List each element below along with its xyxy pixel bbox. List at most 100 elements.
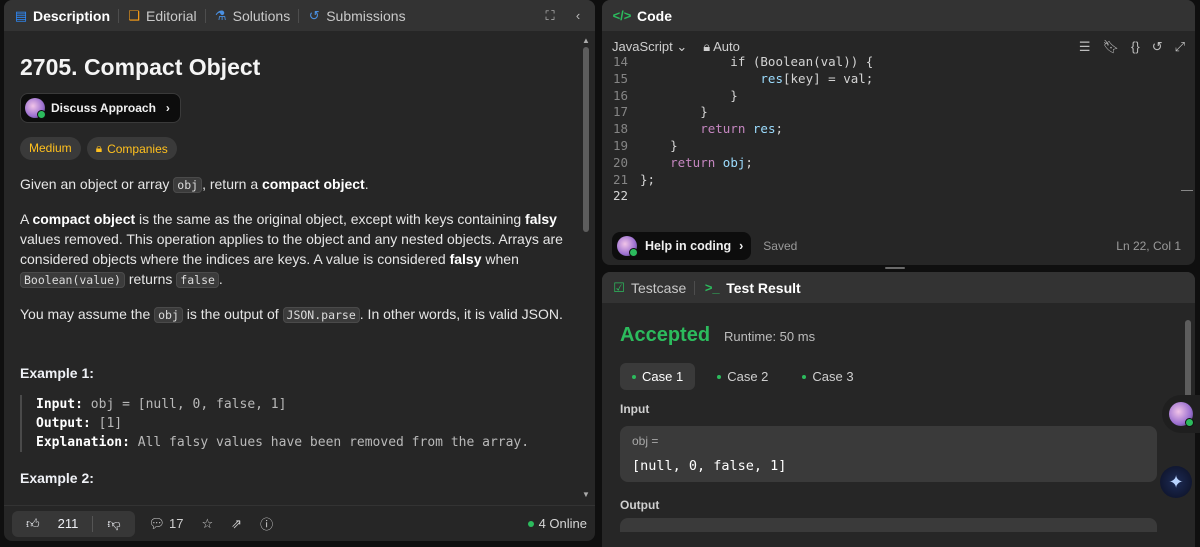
floating-assistant-button[interactable]: [1162, 395, 1200, 433]
tab-test-result[interactable]: >_ Test Result: [703, 279, 801, 296]
bookmark-icon[interactable]: 🔖︎: [1102, 39, 1119, 55]
description-scrollbar[interactable]: [583, 47, 589, 232]
scroll-down-arrow-icon[interactable]: ▼: [581, 490, 591, 499]
like-dislike-group: 👍︎ 211 👎︎: [12, 510, 135, 537]
code-token: ;: [775, 121, 783, 137]
code-token: }: [640, 104, 708, 120]
dislike-button[interactable]: 👎︎: [92, 515, 134, 532]
help-button[interactable]: ⓘ: [256, 514, 277, 533]
comments-button[interactable]: 💬︎ 17: [145, 516, 188, 532]
mode-label: Auto: [713, 39, 740, 54]
example-2-title: Example 2:: [20, 470, 94, 486]
code-line[interactable]: 19 }: [602, 138, 1195, 155]
format-braces-icon[interactable]: {}: [1131, 39, 1140, 55]
companies-label: Companies: [107, 141, 168, 156]
like-count: 211: [57, 516, 79, 531]
code-token: }: [640, 137, 678, 153]
assistant-avatar-icon: [1169, 402, 1194, 427]
code-token: return: [640, 121, 753, 137]
discuss-approach-button[interactable]: Discuss Approach ›: [20, 93, 181, 123]
tab-description[interactable]: ▤ Description: [14, 8, 110, 24]
question-icon: ⓘ: [260, 517, 274, 532]
pass-dot-icon: [717, 374, 722, 379]
input-value: [null, 0, false, 1]: [632, 458, 787, 474]
thumbs-up-icon: 👍︎: [26, 515, 40, 531]
code-line[interactable]: 18 return res;: [602, 121, 1195, 138]
output-label: Output: [620, 498, 660, 512]
case-tab-label: Case 3: [812, 369, 854, 384]
example-1-block: Input: obj = [null, 0, false, 1] Output:…: [20, 395, 573, 452]
description-panel: ▤ Description ❑ Editorial ⚗ Solutions ↺ …: [4, 0, 595, 541]
help-in-coding-button[interactable]: Help in coding ›: [612, 232, 752, 260]
terminal-icon: >_: [704, 279, 720, 295]
description-paragraph-1: Given an object or array obj, return a c…: [20, 176, 369, 193]
example-1-title: Example 1:: [20, 365, 94, 381]
line-number: 16: [612, 87, 628, 103]
expand-icon[interactable]: ⤢: [1175, 39, 1185, 55]
case-tab-label: Case 2: [727, 369, 769, 384]
sparkle-icon[interactable]: ✦: [1160, 466, 1192, 498]
line-number: 17: [612, 104, 628, 120]
code-token: res: [640, 70, 783, 86]
case-tab-1[interactable]: Case 1: [620, 363, 696, 390]
output-value-box: [620, 518, 1157, 532]
line-number: 20: [612, 154, 628, 170]
tab-separator: [694, 280, 696, 295]
mode-select[interactable]: 🔒︎ Auto: [703, 39, 740, 55]
reset-icon[interactable]: ↺: [1152, 39, 1163, 55]
discuss-approach-label: Discuss Approach: [51, 101, 156, 115]
tab-testcase[interactable]: ☑ Testcase: [612, 280, 686, 296]
code-token: if (Boolean(val)) {: [640, 54, 874, 69]
code-line[interactable]: 15 res [key] = val;: [602, 71, 1195, 88]
code-token: [key] = val;: [783, 70, 874, 86]
saved-status: Saved: [763, 239, 798, 253]
like-button[interactable]: 👍︎ 211: [12, 516, 92, 532]
comment-count: 17: [169, 516, 184, 531]
code-title: Code: [637, 7, 672, 24]
line-number: 21: [612, 171, 628, 187]
case-tab-2[interactable]: Case 2: [705, 363, 780, 390]
code-line[interactable]: 21};: [602, 172, 1195, 189]
book-icon: ❑: [128, 7, 140, 23]
online-count: 4 Online: [538, 516, 587, 531]
chevron-right-icon: ›: [739, 239, 744, 253]
tab-submissions[interactable]: ↺ Submissions: [307, 7, 406, 24]
line-number: 18: [612, 121, 628, 137]
line-number: 19: [612, 137, 628, 153]
tab-editorial-label: Editorial: [146, 7, 197, 24]
code-line[interactable]: 16 }: [602, 88, 1195, 105]
tab-separator: [204, 8, 206, 23]
code-line[interactable]: 20 return obj;: [602, 155, 1195, 172]
language-label: JavaScript: [612, 39, 673, 54]
tab-solutions[interactable]: ⚗ Solutions: [214, 8, 290, 24]
tab-test-result-label: Test Result: [726, 279, 801, 296]
tab-editorial[interactable]: ❑ Editorial: [127, 7, 197, 24]
share-button[interactable]: ⇗: [227, 516, 246, 532]
code-line[interactable]: 22: [602, 188, 1195, 205]
collapse-icon[interactable]: ‹: [571, 8, 585, 23]
online-indicator: 4 Online: [527, 516, 587, 531]
language-select[interactable]: JavaScript ⌄: [612, 39, 687, 55]
maximize-icon[interactable]: ⛶: [543, 8, 557, 23]
share-icon: ⇗: [231, 515, 243, 531]
help-in-coding-label: Help in coding: [645, 239, 732, 253]
code-line[interactable]: 14 if (Boolean(val)) {: [602, 54, 1195, 71]
checkbox-icon: ☑: [613, 279, 625, 295]
favorite-button[interactable]: ☆: [198, 516, 218, 532]
scroll-up-arrow-icon[interactable]: ▲: [581, 36, 591, 45]
code-token: obj: [722, 154, 746, 170]
tab-code[interactable]: </> Code: [612, 8, 672, 24]
history-icon: ↺: [308, 7, 320, 23]
list-icon[interactable]: ☰: [1079, 39, 1091, 55]
companies-button[interactable]: 🔒︎ Companies: [86, 137, 177, 160]
input-value-box: obj = [null, 0, false, 1]: [620, 426, 1157, 482]
assistant-avatar-icon: [25, 98, 46, 119]
panel-resize-handle[interactable]: [885, 267, 905, 269]
chevron-right-icon: ›: [165, 101, 170, 115]
code-line[interactable]: 17 }: [602, 104, 1195, 121]
code-editor[interactable]: 14 if (Boolean(val)) {15 res [key] = val;…: [602, 54, 1195, 205]
code-icon: </>: [612, 7, 632, 23]
code-status-bar: Help in coding › Saved Ln 22, Col 1: [612, 232, 1181, 260]
case-tab-3[interactable]: Case 3: [790, 363, 865, 390]
tab-submissions-label: Submissions: [326, 7, 406, 24]
